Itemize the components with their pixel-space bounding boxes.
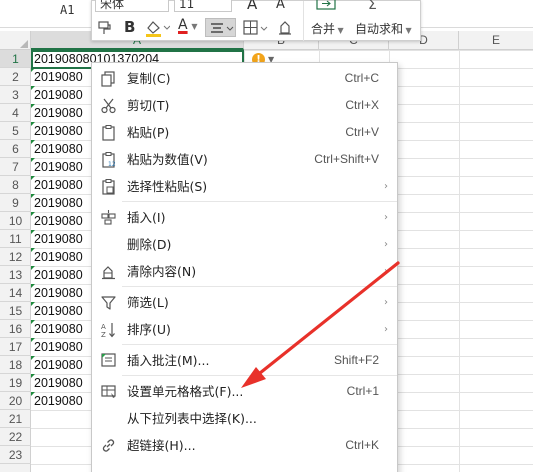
annotation-arrow bbox=[241, 261, 400, 388]
